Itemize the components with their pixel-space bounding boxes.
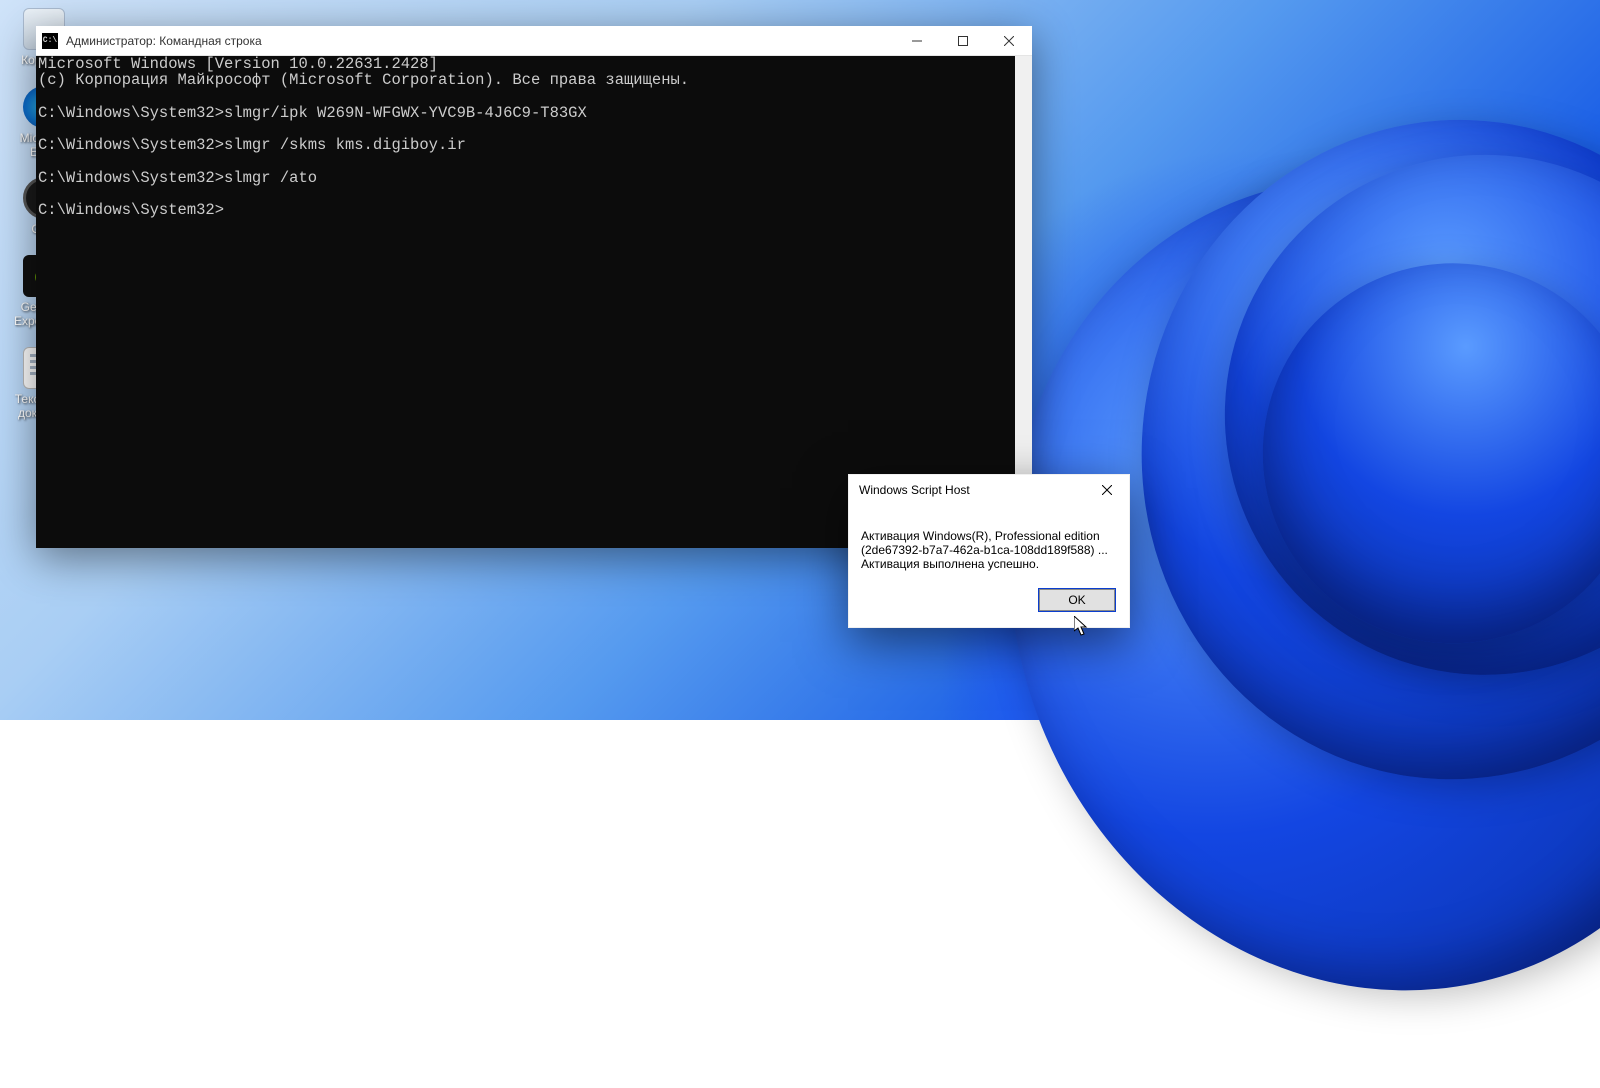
dialog-text-line: Активация выполнена успешно. <box>861 557 1117 571</box>
dialog-titlebar[interactable]: Windows Script Host <box>849 475 1129 505</box>
cmd-app-icon: C:\ <box>42 33 58 49</box>
command-prompt-window: C:\ Администратор: Командная строка Micr… <box>36 26 1032 548</box>
minimize-icon <box>912 36 922 46</box>
dialog-button-row: OK <box>849 579 1129 627</box>
cmd-line: C:\Windows\System32> <box>38 201 224 219</box>
close-icon <box>1102 485 1112 495</box>
maximize-icon <box>958 36 968 46</box>
dialog-message: Активация Windows(R), Professional editi… <box>849 505 1129 579</box>
dialog-text-line: (2de67392-b7a7-462a-b1ca-108dd189f588) .… <box>861 543 1117 557</box>
cmd-window-title: Администратор: Командная строка <box>66 34 894 48</box>
cmd-line: C:\Windows\System32>slmgr/ipk W269N-WFGW… <box>38 104 587 122</box>
cmd-line: (c) Корпорация Майкрософт (Microsoft Cor… <box>38 71 689 89</box>
dialog-close-button[interactable] <box>1085 475 1129 505</box>
close-button[interactable] <box>986 26 1032 55</box>
cmd-titlebar[interactable]: C:\ Администратор: Командная строка <box>36 26 1032 56</box>
ok-button[interactable]: OK <box>1039 589 1115 611</box>
minimize-button[interactable] <box>894 26 940 55</box>
close-icon <box>1004 36 1014 46</box>
maximize-button[interactable] <box>940 26 986 55</box>
cmd-line: C:\Windows\System32>slmgr /ato <box>38 169 317 187</box>
dialog-title: Windows Script Host <box>859 483 1085 497</box>
wsh-dialog: Windows Script Host Активация Windows(R)… <box>848 474 1130 628</box>
dialog-text-line: Активация Windows(R), Professional editi… <box>861 529 1117 543</box>
cmd-line: C:\Windows\System32>slmgr /skms kms.digi… <box>38 136 466 154</box>
